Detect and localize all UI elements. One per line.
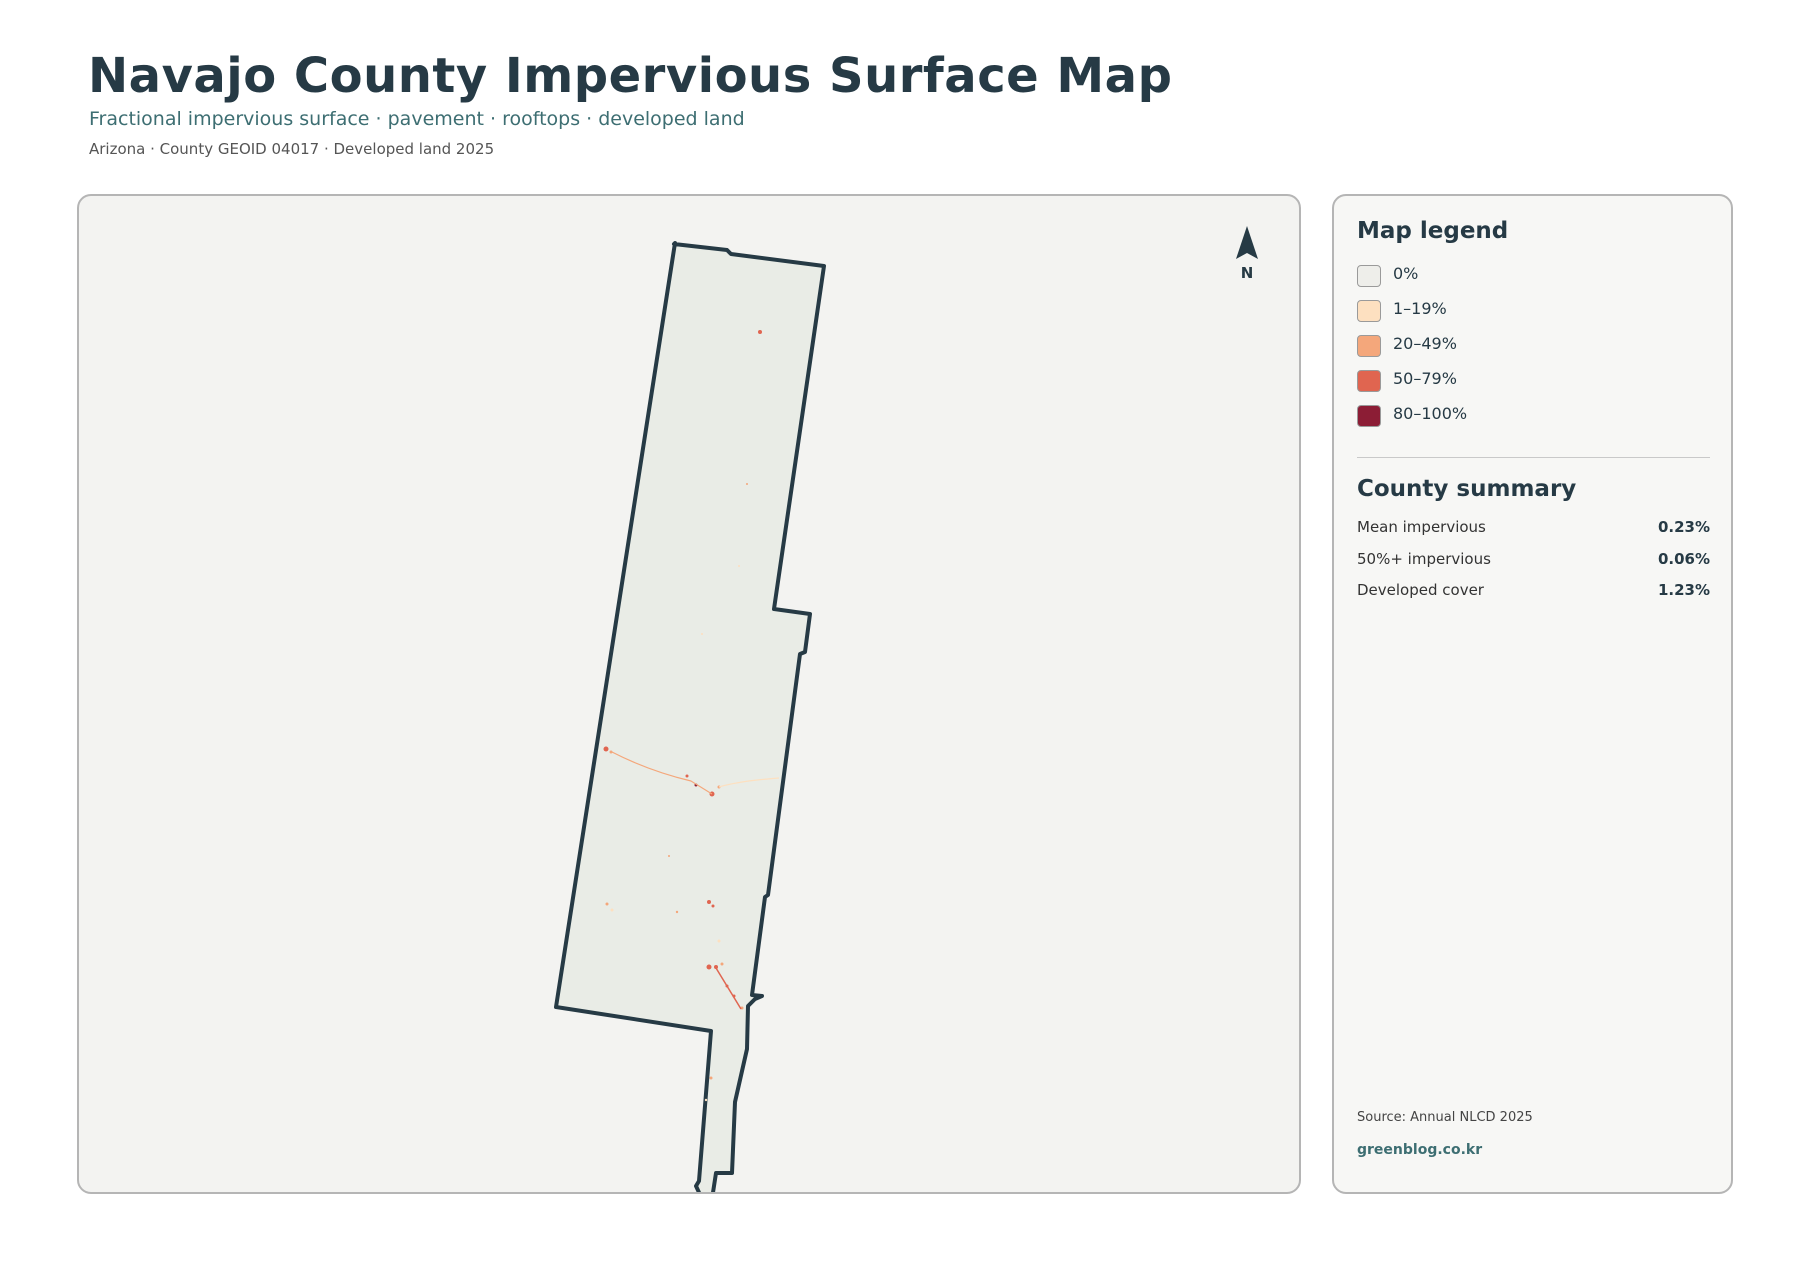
- summary-row: 50%+ impervious 0.06%: [1357, 550, 1710, 582]
- legend-label: 80–100%: [1393, 404, 1468, 423]
- summary-title: County summary: [1357, 476, 1577, 502]
- legend-swatch: [1357, 265, 1381, 287]
- legend-item: 1–19%: [1357, 300, 1467, 335]
- summary-list: Mean impervious 0.23% 50%+ impervious 0.…: [1357, 518, 1710, 613]
- legend-swatch: [1357, 300, 1381, 322]
- page-subtitle: Fractional impervious surface · pavement…: [89, 108, 745, 130]
- summary-label: Mean impervious: [1357, 518, 1486, 536]
- county-map: [554, 241, 826, 1192]
- legend-panel: Map legend 0% 1–19% 20–49% 50–79% 80–100…: [1332, 194, 1733, 1194]
- county-boundary: [554, 241, 826, 1192]
- summary-value: 0.06%: [1657, 549, 1710, 568]
- legend-title: Map legend: [1357, 218, 1509, 244]
- page-title: Navajo County Impervious Surface Map: [88, 48, 1173, 104]
- summary-label: Developed cover: [1357, 581, 1484, 599]
- legend-item: 80–100%: [1357, 405, 1467, 440]
- summary-value: 0.23%: [1657, 518, 1710, 536]
- legend-label: 0%: [1393, 264, 1419, 283]
- legend-swatch: [1357, 335, 1381, 357]
- summary-label: 50%+ impervious: [1357, 549, 1491, 568]
- north-label: N: [1240, 264, 1254, 282]
- legend-item: 50–79%: [1357, 370, 1467, 405]
- legend-list: 0% 1–19% 20–49% 50–79% 80–100%: [1357, 265, 1467, 440]
- legend-label: 1–19%: [1393, 299, 1447, 318]
- north-arrow-icon: [1236, 226, 1258, 259]
- page-meta: Arizona · County GEOID 04017 · Developed…: [89, 140, 495, 158]
- legend-item: 0%: [1357, 265, 1467, 300]
- summary-row: Mean impervious 0.23%: [1357, 518, 1710, 550]
- legend-item: 20–49%: [1357, 335, 1467, 370]
- summary-row: Developed cover 1.23%: [1357, 581, 1710, 613]
- legend-swatch: [1357, 405, 1381, 427]
- legend-divider: [1357, 457, 1710, 458]
- site-link[interactable]: greenblog.co.kr: [1357, 1142, 1482, 1158]
- legend-label: 50–79%: [1393, 369, 1457, 388]
- source-note: Source: Annual NLCD 2025: [1357, 1110, 1533, 1125]
- legend-swatch: [1357, 370, 1381, 392]
- summary-value: 1.23%: [1657, 581, 1710, 599]
- north-arrow: N: [1227, 226, 1267, 286]
- map-panel[interactable]: N: [77, 194, 1301, 1194]
- legend-label: 20–49%: [1393, 334, 1457, 353]
